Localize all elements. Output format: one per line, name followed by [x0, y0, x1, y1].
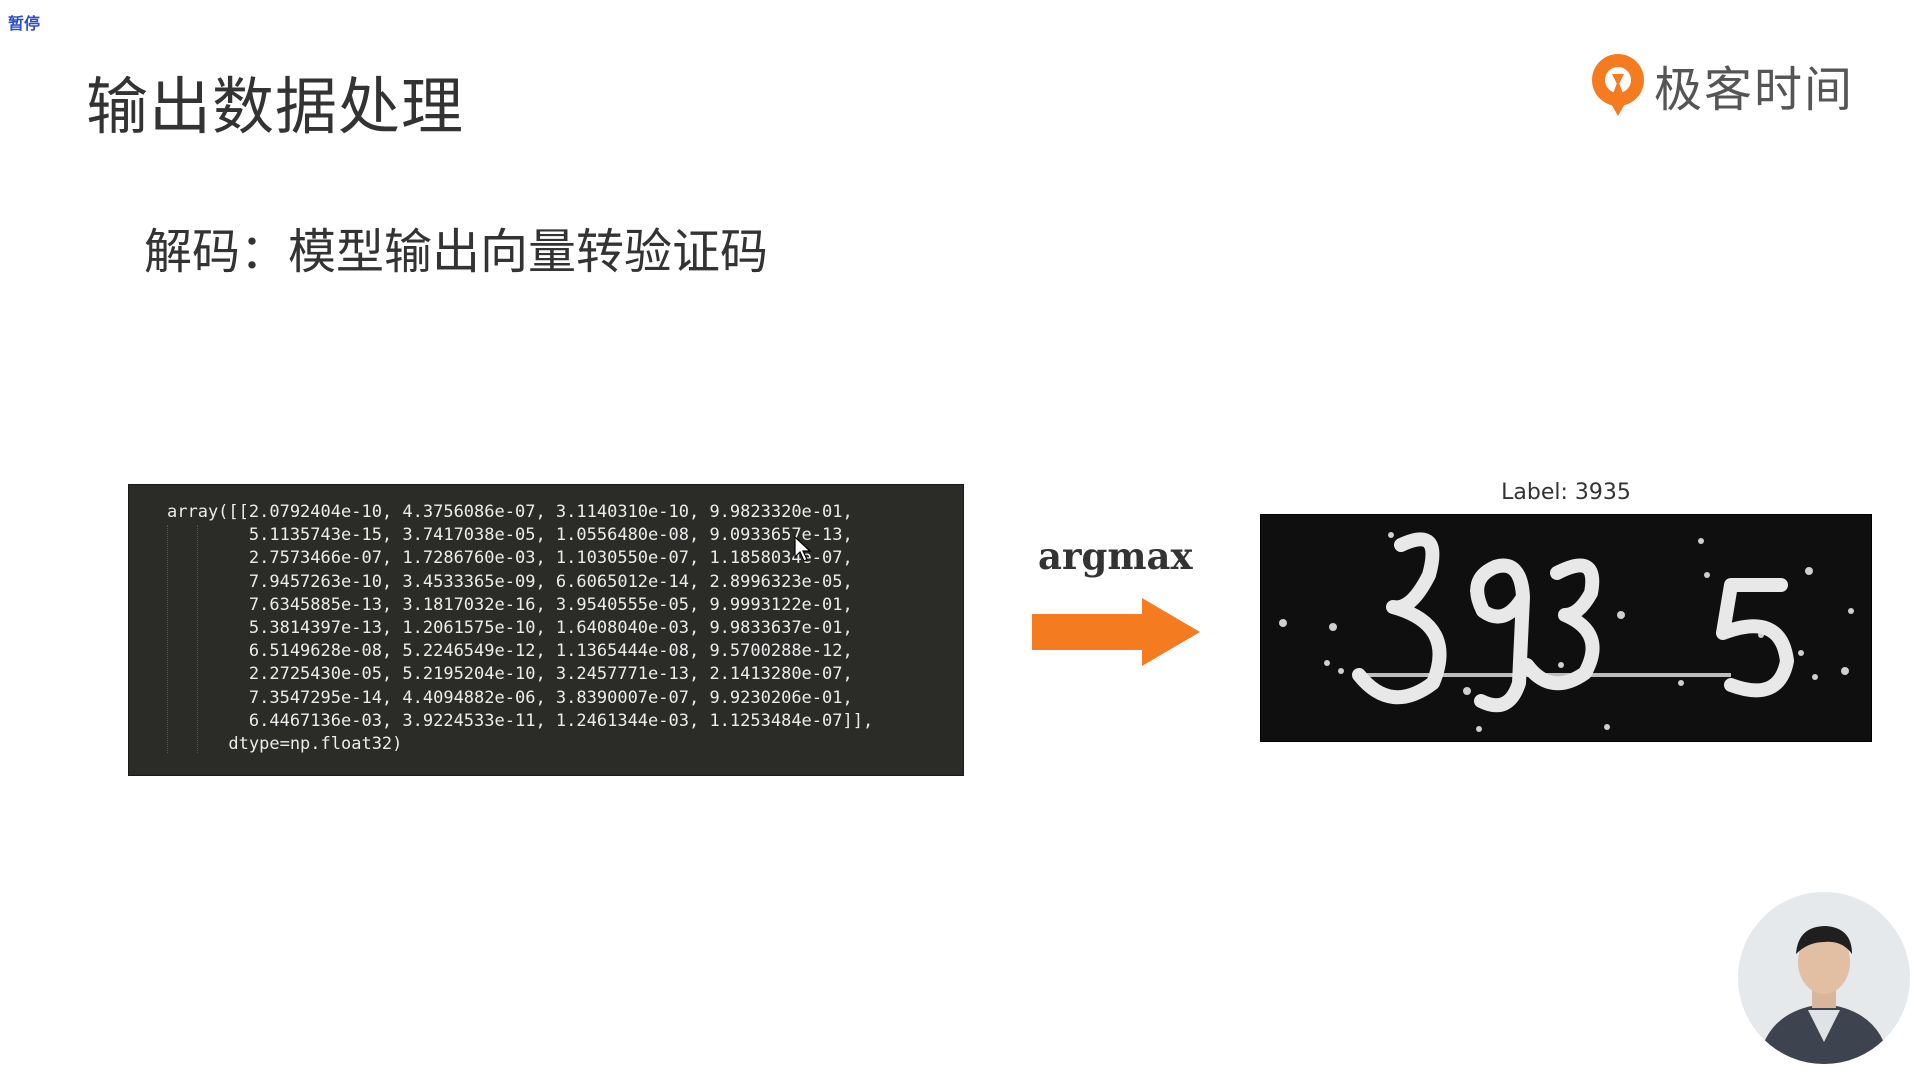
geektime-logo: 极客时间	[1588, 50, 1854, 120]
presenter-webcam	[1738, 892, 1910, 1064]
code-output-block: array([[2.0792404e-10, 4.3756086e-07, 3.…	[128, 484, 964, 776]
code-line: 5.1135743e-15, 3.7417038e-05, 1.0556480e…	[167, 525, 853, 546]
logo-text: 极客时间	[1654, 62, 1855, 118]
indent-guide	[167, 525, 168, 753]
pause-badge[interactable]: 暂停	[8, 10, 40, 34]
slide-subtitle: 解码：模型输出向量转验证码	[144, 224, 769, 280]
indent-guide	[197, 525, 198, 753]
code-line: array([[2.0792404e-10, 4.3756086e-07, 3.…	[167, 502, 853, 522]
code-line: 6.5149628e-08, 5.2246549e-12, 1.1365444e…	[167, 641, 853, 662]
captcha-image	[1260, 514, 1872, 742]
code-line: 2.7573466e-07, 1.7286760e-03, 1.1030550e…	[167, 548, 853, 569]
slide-title: 输出数据处理	[86, 70, 465, 143]
code-line: 7.6345885e-13, 3.1817032e-16, 3.9540555e…	[167, 594, 853, 615]
code-line: 6.4467136e-03, 3.9224533e-11, 1.2461344e…	[167, 710, 874, 731]
argmax-label: argmax	[1038, 534, 1193, 578]
code-line: 7.3547295e-14, 4.4094882e-06, 3.8390007e…	[167, 687, 853, 708]
code-line: 7.9457263e-10, 3.4533365e-09, 6.6065012e…	[167, 571, 853, 592]
code-line: 5.3814397e-13, 1.2061575e-10, 1.6408040e…	[167, 618, 853, 639]
captcha-label: Label: 3935	[1501, 480, 1631, 505]
code-line: 2.2725430e-05, 5.2195204e-10, 3.2457771e…	[167, 664, 853, 685]
geektime-logo-icon	[1592, 54, 1644, 116]
right-arrow-icon	[1032, 598, 1200, 666]
mouse-cursor-icon	[794, 536, 812, 562]
code-line: dtype=np.float32)	[167, 734, 403, 755]
